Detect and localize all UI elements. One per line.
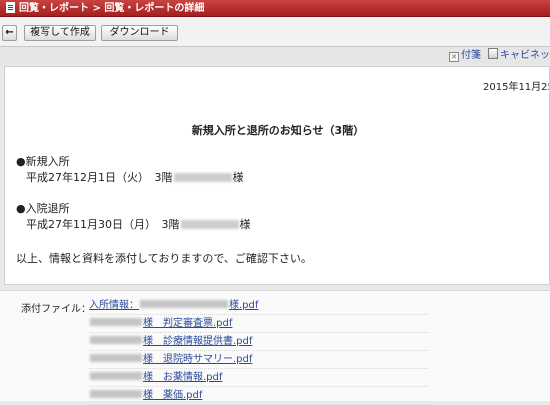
breadcrumb: 回覧・レポート > 回覧・レポートの詳細: [19, 3, 205, 14]
sticky-note-link[interactable]: ✕ 付箋: [449, 47, 481, 65]
redacted-name: [90, 372, 142, 380]
section-admission-detail: 平成27年12月1日（火） 3階様: [26, 171, 244, 184]
redacted-name: [90, 354, 142, 362]
section-discharge-detail: 平成27年11月30日（月） 3階様: [26, 218, 251, 231]
title-bar: 回覧・レポート > 回覧・レポートの詳細: [0, 0, 550, 17]
sticky-note-label: 付箋: [461, 50, 481, 61]
attachment-item[interactable]: 様 退院時サマリー.pdf: [89, 352, 429, 369]
redacted-name: [90, 318, 142, 326]
cabinet-icon: [488, 48, 498, 59]
attachment-item[interactable]: 様 薬価.pdf: [89, 388, 429, 405]
attachment-link[interactable]: 様 診療情報提供書.pdf: [89, 336, 252, 347]
back-button[interactable]: ←: [2, 25, 17, 41]
redacted-name: [90, 336, 142, 344]
attachment-item[interactable]: 様 診療情報提供書.pdf: [89, 334, 429, 351]
cabinet-label: キャビネッ: [500, 50, 550, 61]
section-admission-title: ●新規入所: [16, 155, 70, 168]
attachment-link[interactable]: 入所情報： 様.pdf: [89, 300, 258, 311]
attachments-label: 添付ファイル：: [21, 304, 91, 315]
redacted-name: [180, 220, 239, 229]
report-body: 2015年11月25日 新規入所と退所のお知らせ（3階） ●新規入所 平成27年…: [4, 66, 550, 285]
sticky-note-icon: ✕: [449, 52, 459, 62]
attachment-item[interactable]: 様 判定審査票.pdf: [89, 316, 429, 333]
attachment-link[interactable]: 様 判定審査票.pdf: [89, 318, 232, 329]
toolbar: ← 複写して作成 ダウンロード: [0, 17, 550, 47]
cabinet-link[interactable]: キャビネッ: [488, 47, 550, 65]
redacted-name: [90, 390, 142, 398]
attachment-item[interactable]: 様 お薬情報.pdf: [89, 370, 429, 387]
copy-create-button[interactable]: 複写して作成: [24, 25, 96, 41]
closing-text: 以上、情報と資料を添付しておりますので、ご確認下さい。: [16, 252, 312, 265]
attachment-link[interactable]: 様 薬価.pdf: [89, 390, 202, 401]
attachments-section: 添付ファイル： 入所情報： 様.pdf 様 判定審査票.pdf 様 診療情報提供書…: [0, 290, 550, 405]
attachment-link[interactable]: 様 退院時サマリー.pdf: [89, 354, 252, 365]
link-bar: ✕ 付箋 キャビネッ: [0, 47, 550, 65]
attachment-item[interactable]: 入所情報： 様.pdf: [89, 298, 429, 315]
redacted-name: [140, 300, 228, 308]
attachment-link[interactable]: 様 お薬情報.pdf: [89, 372, 222, 383]
report-date: 2015年11月25日: [483, 82, 549, 93]
section-discharge-title: ●入院退所: [16, 202, 70, 215]
document-icon: [6, 2, 15, 13]
download-button[interactable]: ダウンロード: [101, 25, 178, 41]
report-heading: 新規入所と退所のお知らせ（3階）: [191, 124, 365, 137]
redacted-name: [173, 173, 232, 182]
